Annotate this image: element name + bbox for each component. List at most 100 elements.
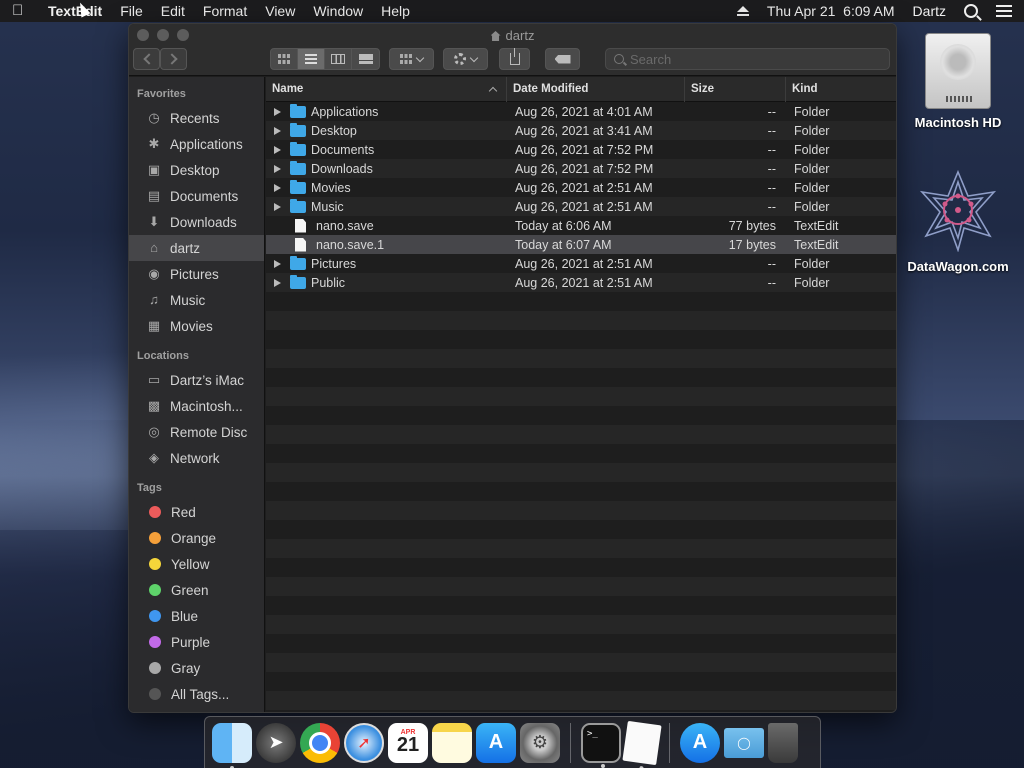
disclosure-triangle-icon[interactable] bbox=[274, 278, 281, 287]
sidebar-tag-red[interactable]: Red bbox=[129, 499, 264, 525]
sidebar-tag-green[interactable]: Green bbox=[129, 577, 264, 603]
cell-kind: Folder bbox=[794, 256, 830, 271]
sidebar-item-desktop[interactable]: ▣ Desktop bbox=[129, 157, 264, 183]
disclosure-triangle-icon[interactable] bbox=[274, 107, 281, 116]
apple-menu-icon[interactable]:  bbox=[12, 3, 28, 19]
dock-app-store-2[interactable]: A bbox=[680, 722, 720, 763]
desktop-item-datawagon[interactable]: DataWagon.com bbox=[903, 168, 1013, 274]
search-input[interactable] bbox=[630, 51, 860, 67]
dock-launchpad[interactable]: ➤ bbox=[256, 722, 296, 763]
sidebar-tag-yellow[interactable]: Yellow bbox=[129, 551, 264, 577]
tag-icon bbox=[554, 54, 571, 64]
gallery-view-button[interactable] bbox=[352, 49, 379, 69]
menu-format[interactable]: Format bbox=[203, 3, 247, 19]
share-button[interactable] bbox=[499, 48, 530, 70]
sidebar-item-home[interactable]: ⌂ dartz bbox=[129, 235, 264, 261]
cell-name: Downloads bbox=[266, 160, 507, 176]
cell-size: -- bbox=[767, 142, 776, 157]
sidebar-item-recents[interactable]: ◷ Recents bbox=[129, 105, 264, 131]
disclosure-triangle-icon[interactable] bbox=[274, 164, 281, 173]
menu-edit[interactable]: Edit bbox=[161, 3, 185, 19]
menu-clock[interactable]: Thu Apr 21 6:09 AM bbox=[767, 3, 895, 19]
table-row[interactable]: Applications Aug 26, 2021 at 4:01 AM -- Fol… bbox=[266, 102, 896, 121]
group-by-button[interactable] bbox=[389, 48, 434, 70]
sidebar-item-movies[interactable]: ▦ Movies bbox=[129, 313, 264, 339]
dock-app-store[interactable]: A bbox=[476, 722, 516, 763]
sidebar-item-label: Orange bbox=[171, 530, 217, 546]
menu-view[interactable]: View bbox=[265, 3, 295, 19]
icon-view-button[interactable] bbox=[271, 49, 298, 69]
column-view-button[interactable] bbox=[325, 49, 352, 69]
dock-calendar[interactable]: APR 21 bbox=[388, 722, 428, 763]
notification-center-icon[interactable] bbox=[996, 5, 1012, 17]
sidebar-item-applications[interactable]: ✱ Applications bbox=[129, 131, 264, 157]
table-row[interactable]: Movies Aug 26, 2021 at 2:51 AM -- Folder bbox=[266, 178, 896, 197]
column-header-kind[interactable]: Kind bbox=[786, 77, 896, 102]
sidebar-tag-orange[interactable]: Orange bbox=[129, 525, 264, 551]
sidebar-item-music[interactable]: ♫ Music bbox=[129, 287, 264, 313]
dock-chrome[interactable] bbox=[300, 722, 340, 763]
desktop-item-macintosh-hd[interactable]: Macintosh HD bbox=[903, 33, 1013, 130]
sidebar-item-network[interactable]: ◈ Network bbox=[129, 445, 264, 471]
forward-button[interactable] bbox=[160, 48, 187, 70]
sidebar-tag-gray[interactable]: Gray bbox=[129, 655, 264, 681]
menu-window[interactable]: Window bbox=[313, 3, 363, 19]
sidebar-item-label: Pictures bbox=[170, 266, 219, 282]
column-header-size[interactable]: Size bbox=[685, 76, 786, 102]
sidebar-item-pictures[interactable]: ◉ Pictures bbox=[129, 261, 264, 287]
sidebar: Favorites ◷ Recents ✱ Applications ▣ Deskto… bbox=[129, 77, 265, 712]
window-titlebar[interactable]: dartz bbox=[129, 24, 896, 76]
dock-terminal[interactable]: >_ bbox=[581, 722, 621, 768]
sidebar-item-documents[interactable]: ▤ Documents bbox=[129, 183, 264, 209]
disclosure-triangle-icon[interactable] bbox=[274, 126, 281, 135]
sidebar-item-remote-disc[interactable]: ◎ Remote Disc bbox=[129, 419, 264, 445]
sidebar-item-macintosh-hd[interactable]: ▩ Macintosh... bbox=[129, 393, 264, 419]
folder-icon bbox=[290, 160, 306, 175]
table-row[interactable]: Desktop Aug 26, 2021 at 3:41 AM -- Folder bbox=[266, 121, 896, 140]
chevron-right-icon bbox=[166, 53, 178, 65]
gear-icon: ⚙ bbox=[531, 732, 549, 752]
dock-safari[interactable]: ➚ bbox=[344, 722, 384, 763]
tags-button[interactable] bbox=[545, 48, 580, 70]
menu-file[interactable]: File bbox=[120, 3, 143, 19]
disclosure-triangle-icon[interactable] bbox=[274, 145, 281, 154]
sidebar-item-downloads[interactable]: ⬇ Downloads bbox=[129, 209, 264, 235]
back-button[interactable] bbox=[133, 48, 160, 70]
column-header-label: Name bbox=[272, 82, 304, 95]
sidebar-item-label: Documents bbox=[170, 188, 239, 204]
view-mode-control bbox=[270, 48, 380, 70]
eject-icon[interactable] bbox=[736, 6, 749, 16]
list-view-button[interactable] bbox=[298, 49, 325, 69]
search-field[interactable] bbox=[605, 48, 890, 70]
dock-textedit[interactable] bbox=[622, 720, 662, 768]
table-row[interactable]: Music Aug 26, 2021 at 2:51 AM -- Folder bbox=[266, 197, 896, 216]
column-header-date[interactable]: Date Modified bbox=[507, 76, 685, 102]
disclosure-triangle-icon[interactable] bbox=[274, 202, 281, 211]
sidebar-item-imac[interactable]: ▭ Dartz’s iMac bbox=[129, 367, 264, 393]
sidebar-tag-all[interactable]: All Tags... bbox=[129, 681, 264, 707]
table-row[interactable]: nano.save Today at 6:06 AM 77 bytes TextEdi… bbox=[266, 216, 896, 235]
disclosure-triangle-icon[interactable] bbox=[274, 183, 281, 192]
table-row[interactable]: Documents Aug 26, 2021 at 7:52 PM -- Folder bbox=[266, 140, 896, 159]
action-menu-button[interactable] bbox=[443, 48, 488, 70]
dock-downloads-folder[interactable]: ◯ bbox=[724, 727, 764, 758]
menu-user[interactable]: Dartz bbox=[913, 3, 946, 19]
tag-color-dot bbox=[149, 636, 161, 648]
table-row[interactable]: nano.save.1 Today at 6:07 AM 17 bytes TextE… bbox=[266, 235, 896, 254]
dock-system-preferences[interactable]: ⚙ bbox=[520, 722, 560, 763]
table-row[interactable]: Pictures Aug 26, 2021 at 2:51 AM -- Folder bbox=[266, 254, 896, 273]
dock-finder[interactable] bbox=[212, 722, 252, 768]
cell-date-modified: Aug 26, 2021 at 3:41 AM bbox=[515, 123, 653, 138]
finder-window: dartz Search Favorites ◷ Recents ✱ Appli… bbox=[128, 23, 897, 713]
dock-trash[interactable] bbox=[768, 722, 798, 763]
table-row[interactable]: Public Aug 26, 2021 at 2:51 AM -- Folder bbox=[266, 273, 896, 292]
cell-name: Music bbox=[266, 198, 507, 214]
menu-help[interactable]: Help bbox=[381, 3, 410, 19]
sidebar-tag-purple[interactable]: Purple bbox=[129, 629, 264, 655]
spotlight-icon[interactable] bbox=[964, 4, 978, 18]
dock-notes[interactable] bbox=[432, 722, 472, 763]
sidebar-tag-blue[interactable]: Blue bbox=[129, 603, 264, 629]
table-row[interactable]: Downloads Aug 26, 2021 at 7:52 PM -- Folder bbox=[266, 159, 896, 178]
column-header-name[interactable]: Name bbox=[266, 76, 507, 102]
disclosure-triangle-icon[interactable] bbox=[274, 259, 281, 268]
